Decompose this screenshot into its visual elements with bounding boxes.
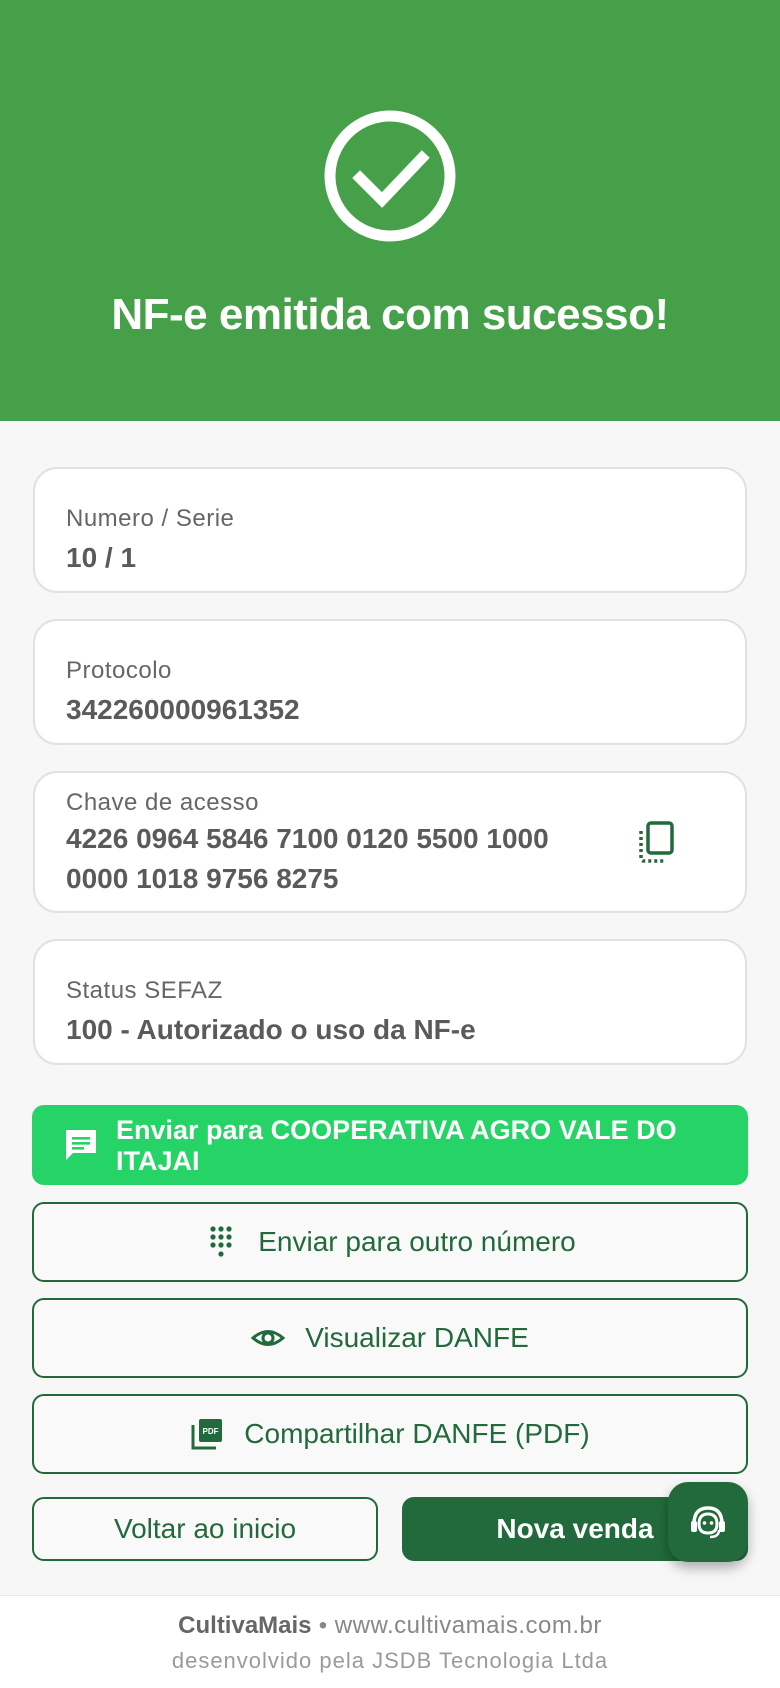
footer-site-link[interactable]: www.cultivamais.com.br	[335, 1612, 602, 1639]
footer-credit: desenvolvido pela JSDB Tecnologia Ltda	[171, 1648, 609, 1673]
message-icon	[66, 1130, 96, 1160]
view-danfe-label: Visualizar DANFE	[305, 1322, 529, 1353]
footer: CultivaMais • www.cultivamais.com.br des…	[0, 1595, 780, 1688]
pdf-icon: PDF	[191, 1419, 223, 1450]
copy-icon[interactable]	[637, 821, 677, 863]
share-danfe-button[interactable]: PDF Compartilhar DANFE (PDF)	[32, 1394, 748, 1474]
send-whatsapp-button[interactable]: Enviar para COOPERATIVA AGRO VALE DO ITA…	[32, 1105, 748, 1185]
support-fab-button[interactable]	[668, 1482, 748, 1562]
footer-brand: CultivaMais	[178, 1612, 312, 1639]
chave-acesso-line1: 4226 0964 5846 7100 0120 5500 1000	[66, 823, 549, 854]
send-other-number-label: Enviar para outro número	[258, 1226, 576, 1257]
numero-serie-card: Numero / Serie 10 / 1	[33, 467, 747, 593]
share-danfe-label: Compartilhar DANFE (PDF)	[244, 1418, 590, 1449]
support-agent-icon	[691, 1506, 725, 1539]
eye-icon	[251, 1330, 286, 1346]
protocolo-label: Protocolo	[66, 657, 172, 684]
chave-acesso-card: Chave de acesso 4226 0964 5846 7100 0120…	[33, 771, 747, 913]
back-to-home-label: Voltar ao inicio	[113, 1513, 297, 1544]
protocolo-card: Protocolo 342260000961352	[33, 619, 747, 745]
send-whatsapp-label: Enviar para COOPERATIVA AGRO VALE DO ITA…	[116, 1115, 677, 1176]
footer-separator: •	[311, 1612, 335, 1639]
protocolo-value: 342260000961352	[66, 694, 300, 725]
svg-text:PDF: PDF	[203, 1427, 219, 1436]
success-header: NF-e emitida com sucesso!	[0, 0, 780, 421]
dialpad-icon	[210, 1226, 232, 1257]
status-sefaz-label: Status SEFAZ	[66, 977, 223, 1004]
footer-brand-line: CultivaMais • www.cultivamais.com.br	[0, 1612, 780, 1640]
numero-serie-label: Numero / Serie	[66, 505, 235, 532]
send-other-number-button[interactable]: Enviar para outro número	[32, 1202, 748, 1282]
numero-serie-value: 10 / 1	[66, 542, 137, 573]
page-title: NF-e emitida com sucesso!	[111, 290, 669, 339]
check-circle-icon	[324, 110, 456, 242]
new-sale-label: Nova venda	[496, 1513, 654, 1544]
chave-acesso-line2: 0000 1018 9756 8275	[66, 863, 339, 894]
back-to-home-button[interactable]: Voltar ao inicio	[32, 1497, 378, 1561]
status-sefaz-card: Status SEFAZ 100 - Autorizado o uso da N…	[33, 939, 747, 1065]
chave-acesso-label: Chave de acesso	[66, 789, 259, 816]
status-sefaz-value: 100 - Autorizado o uso da NF-e	[66, 1014, 476, 1045]
view-danfe-button[interactable]: Visualizar DANFE	[32, 1298, 748, 1378]
